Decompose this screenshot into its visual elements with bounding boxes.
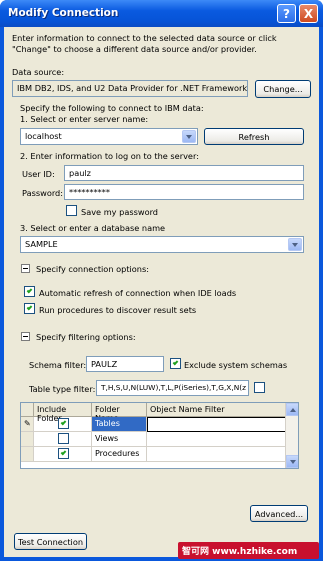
save-password-checkbox[interactable] (66, 205, 77, 216)
database-combo-value: SAMPLE (25, 239, 58, 249)
chevron-down-icon[interactable] (182, 130, 196, 143)
table-row-filter[interactable] (147, 447, 286, 462)
include-checkbox[interactable] (58, 418, 69, 429)
specify-label: Specify the following to connect to IBM … (20, 103, 204, 113)
exclude-system-checkbox[interactable] (170, 358, 181, 369)
userid-field[interactable]: paulz (64, 165, 304, 181)
table-row-include[interactable] (34, 447, 92, 462)
include-checkbox[interactable] (58, 433, 69, 444)
grid-header-folder: Folder Name (92, 403, 147, 423)
change-button[interactable]: Change... (255, 80, 311, 98)
test-connection-button[interactable]: Test Connection (14, 533, 87, 550)
checkmark-icon (172, 359, 179, 366)
table-row-include[interactable] (34, 417, 92, 432)
server-combo-value: localhost (25, 131, 62, 141)
save-password-label: Save my password (81, 207, 158, 217)
run-procedures-label: Run procedures to discover result sets (39, 305, 197, 315)
window-title: Modify Connection (8, 7, 119, 19)
dialog-body: Enter information to connect to the sele… (4, 27, 319, 557)
table-type-field[interactable]: T,H,S,U,N(LUW),T,L,P(iSeries),T,G,X,N(z (96, 380, 249, 396)
server-combo[interactable]: localhost (20, 128, 198, 145)
checkmark-icon (60, 449, 67, 456)
row-selector[interactable] (21, 432, 34, 447)
table-type-label: Table type filter: (29, 384, 96, 394)
auto-refresh-label: Automatic refresh of connection when IDE… (39, 288, 237, 298)
filtering-options-header: Specify filtering options: (36, 332, 136, 342)
table-row-folder[interactable]: Views (92, 432, 147, 447)
table-row-folder[interactable]: Tables (92, 417, 147, 432)
logon-label: 2. Enter information to log on to the se… (20, 151, 199, 161)
run-procedures-checkbox[interactable] (24, 303, 35, 314)
table-row-folder[interactable]: Procedures (92, 447, 147, 462)
watermark-logo: 智可网 www.hzhike.com (178, 542, 319, 559)
title-bar[interactable]: Modify Connection ? X (0, 0, 323, 27)
database-combo[interactable]: SAMPLE (20, 236, 304, 253)
server-label: 1. Select or enter server name: (20, 114, 149, 124)
table-type-checkbox[interactable] (254, 382, 265, 393)
row-selector-pencil-icon[interactable]: ✎ (21, 417, 34, 432)
intro-text: Enter information to connect to the sele… (12, 33, 277, 54)
help-button[interactable]: ? (277, 4, 296, 23)
grid-header-include: Include Folder (34, 403, 92, 423)
scroll-up-icon[interactable] (286, 403, 298, 416)
table-row-include[interactable] (34, 432, 92, 447)
table-row-filter[interactable] (147, 432, 286, 447)
include-checkbox[interactable] (58, 448, 69, 459)
grid-header-filter: Object Name Filter (147, 403, 286, 417)
advanced-button[interactable]: Advanced... (250, 505, 308, 522)
schema-filter-field[interactable]: PAULZ (86, 356, 164, 372)
scroll-down-icon[interactable] (286, 455, 298, 468)
checkmark-icon (26, 287, 33, 294)
schema-filter-label: Schema filter: (29, 360, 87, 370)
userid-label: User ID: (22, 169, 55, 179)
password-label: Password: (22, 188, 64, 198)
grid-header-cell (21, 403, 34, 417)
auto-refresh-checkbox[interactable] (24, 286, 35, 297)
row-selector[interactable] (21, 447, 34, 462)
grid-scrollbar[interactable] (285, 403, 298, 468)
data-source-label: Data source: (12, 67, 65, 77)
dialog-window: Modify Connection ? X Enter information … (0, 0, 323, 561)
folder-grid[interactable]: Include Folder Folder Name Object Name F… (20, 402, 299, 469)
exclude-system-label: Exclude system schemas (184, 360, 288, 370)
password-field[interactable]: ********** (64, 184, 304, 200)
collapse-filtering-options-icon[interactable] (21, 332, 30, 341)
collapse-connection-options-icon[interactable] (21, 264, 30, 273)
chevron-down-icon[interactable] (288, 238, 302, 251)
checkmark-icon (26, 304, 33, 311)
table-row-filter[interactable] (147, 417, 286, 432)
connection-options-header: Specify connection options: (36, 264, 150, 274)
close-button[interactable]: X (299, 4, 318, 23)
checkmark-icon (60, 419, 67, 426)
data-source-field: IBM DB2, IDS, and U2 Data Provider for .… (12, 80, 248, 97)
database-label: 3. Select or enter a database name (20, 223, 166, 233)
refresh-button[interactable]: Refresh (204, 128, 304, 145)
